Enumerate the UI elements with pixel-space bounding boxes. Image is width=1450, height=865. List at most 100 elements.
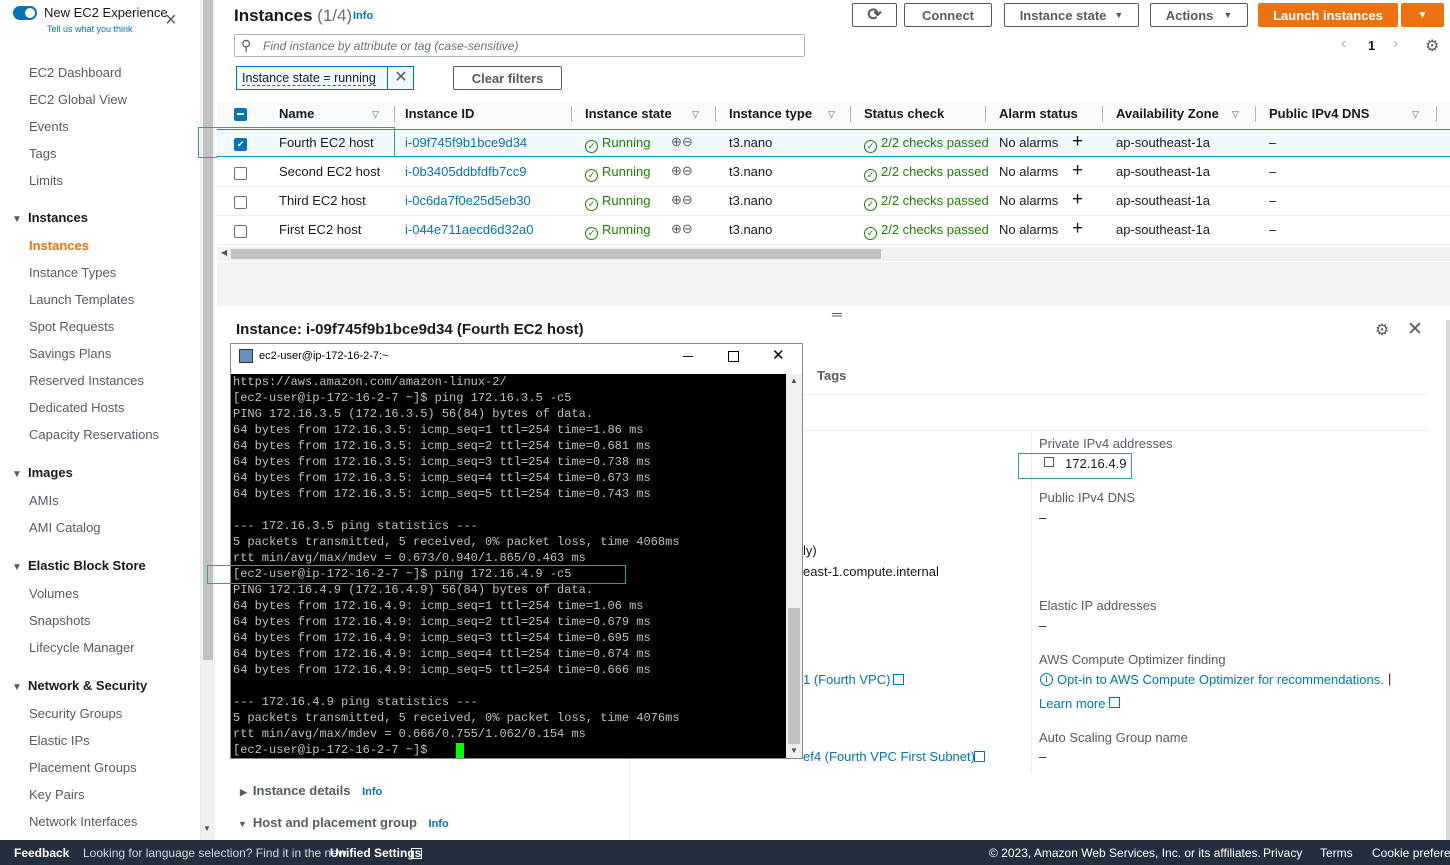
- table-scrollbar-thumb[interactable]: [231, 249, 881, 259]
- sidebar-scrollbar-thumb[interactable]: [203, 0, 213, 660]
- instance-name[interactable]: Fourth EC2 host: [279, 135, 374, 150]
- sidebar-item[interactable]: Events: [29, 119, 69, 134]
- connect-button[interactable]: Connect: [904, 3, 992, 27]
- clear-filters-button[interactable]: Clear filters: [453, 66, 562, 90]
- instance-state-button[interactable]: Instance state ▼: [1004, 3, 1139, 27]
- sidebar-item[interactable]: AMIs: [29, 493, 59, 508]
- column-header[interactable]: Status check: [864, 106, 944, 121]
- close-icon[interactable]: ×: [165, 10, 177, 30]
- actions-button[interactable]: Actions ▼: [1150, 3, 1248, 27]
- pager-next-icon[interactable]: ›: [1393, 35, 1398, 53]
- zoom-icons[interactable]: ⊕⊖: [671, 192, 693, 208]
- subnet-link[interactable]: ef4 (Fourth VPC First Subnet): [803, 749, 975, 764]
- sidebar-item[interactable]: Instances: [29, 238, 89, 253]
- host-placement-info-link[interactable]: Info: [429, 818, 449, 830]
- column-separator[interactable]: [1102, 106, 1103, 122]
- sidebar-item[interactable]: Network Interfaces: [29, 814, 137, 829]
- sidebar-item[interactable]: Security Groups: [29, 706, 122, 721]
- window-close-icon[interactable]: ✕: [772, 346, 785, 364]
- scroll-down-icon[interactable]: ▼: [790, 746, 798, 755]
- scroll-down-icon[interactable]: ▼: [203, 824, 211, 833]
- row-checkbox[interactable]: ✔: [234, 138, 247, 151]
- sidebar-item[interactable]: Savings Plans: [29, 346, 111, 361]
- scroll-up-icon[interactable]: ▲: [790, 376, 798, 385]
- pager-prev-icon[interactable]: ‹: [1341, 35, 1346, 53]
- refresh-button[interactable]: ⟳: [852, 3, 897, 27]
- footer-terms[interactable]: Terms: [1320, 846, 1353, 860]
- minimize-icon[interactable]: [683, 356, 693, 357]
- new-experience-toggle[interactable]: [13, 6, 37, 20]
- header-info-link[interactable]: Info: [353, 10, 373, 22]
- sidebar-item[interactable]: Reserved Instances: [29, 373, 144, 388]
- table-row[interactable]: [217, 216, 1450, 245]
- terminal-scrollbar[interactable]: ▲ ▼: [786, 374, 802, 758]
- sidebar-item[interactable]: Placement Groups: [29, 760, 137, 775]
- column-separator[interactable]: [985, 106, 986, 122]
- footer-cookie[interactable]: Cookie preferen: [1372, 846, 1450, 860]
- terminal-scrollbar-thumb[interactable]: [788, 608, 800, 744]
- footer-privacy[interactable]: Privacy: [1263, 846, 1302, 860]
- sidebar-item[interactable]: Snapshots: [29, 613, 90, 628]
- column-header[interactable]: Instance type: [729, 106, 812, 121]
- sidebar-section[interactable]: ▼ Instances: [12, 210, 88, 225]
- expand-instance-details[interactable]: ▶ Instance details Info: [240, 783, 382, 798]
- sort-caret-icon[interactable]: ▽: [1412, 109, 1419, 120]
- sidebar-item[interactable]: Limits: [29, 173, 63, 188]
- footer-feedback[interactable]: Feedback: [14, 846, 69, 860]
- instance-name[interactable]: Second EC2 host: [279, 164, 380, 179]
- column-separator[interactable]: [394, 106, 395, 122]
- sidebar-section[interactable]: ▼ Images: [12, 465, 73, 480]
- select-all-checkbox[interactable]: [234, 108, 247, 121]
- sort-caret-icon[interactable]: ▽: [1232, 109, 1239, 120]
- sidebar-section[interactable]: ▼ Elastic Block Store: [12, 558, 146, 573]
- zoom-icons[interactable]: ⊕⊖: [671, 221, 693, 237]
- learn-more-link[interactable]: Learn more: [1039, 696, 1105, 711]
- footer-unified-settings[interactable]: Unified Settings: [330, 846, 421, 860]
- sidebar-item[interactable]: Spot Requests: [29, 319, 114, 334]
- instance-id-link[interactable]: i-0b3405ddbfdfb7cc9: [405, 164, 526, 179]
- sidebar-item[interactable]: AMI Catalog: [29, 520, 101, 535]
- sidebar-item[interactable]: EC2 Global View: [29, 92, 127, 107]
- row-checkbox[interactable]: [234, 167, 247, 180]
- remove-filter-icon[interactable]: ✕: [387, 67, 414, 89]
- instance-id-link[interactable]: i-09f745f9b1bce9d34: [405, 135, 527, 150]
- column-separator[interactable]: [850, 106, 851, 122]
- sidebar-item[interactable]: Dedicated Hosts: [29, 400, 124, 415]
- sidebar-item[interactable]: Volumes: [29, 586, 79, 601]
- table-row[interactable]: [217, 187, 1450, 216]
- tab-tags[interactable]: Tags: [817, 368, 846, 383]
- optimizer-link[interactable]: Opt-in to AWS Compute Optimizer for reco…: [1057, 672, 1384, 687]
- column-separator[interactable]: [715, 106, 716, 122]
- instance-details-info-link[interactable]: Info: [362, 786, 382, 798]
- row-checkbox[interactable]: [234, 196, 247, 209]
- column-header[interactable]: Availability Zone: [1116, 106, 1219, 121]
- add-alarm-icon[interactable]: +: [1072, 218, 1083, 240]
- scroll-left-icon[interactable]: ◀: [221, 248, 227, 257]
- column-separator[interactable]: [571, 106, 572, 122]
- expand-host-placement[interactable]: ▼ Host and placement group Info: [238, 815, 449, 830]
- column-separator[interactable]: [1255, 106, 1256, 122]
- row-checkbox[interactable]: [234, 225, 247, 238]
- settings-gear-icon[interactable]: ⚙: [1425, 36, 1439, 56]
- sort-caret-icon[interactable]: ▽: [692, 109, 699, 120]
- detail-close-icon[interactable]: ✕: [1407, 318, 1423, 341]
- sort-caret-icon[interactable]: ▽: [828, 109, 835, 120]
- column-header[interactable]: Public IPv4 DNS: [1269, 106, 1369, 121]
- search-input[interactable]: ⚲ Find instance by attribute or tag (cas…: [234, 34, 805, 57]
- sidebar-section[interactable]: ▼ Network & Security: [12, 678, 147, 693]
- table-row[interactable]: [217, 129, 1450, 158]
- zoom-icons[interactable]: ⊕⊖: [671, 163, 693, 179]
- toggle-feedback-link[interactable]: Tell us what you think: [47, 24, 133, 34]
- instance-name[interactable]: First EC2 host: [279, 222, 361, 237]
- table-scrollbar[interactable]: ◀: [217, 247, 1450, 261]
- launch-instances-button[interactable]: Launch instances: [1258, 3, 1398, 27]
- column-header[interactable]: Alarm status: [999, 106, 1078, 121]
- launch-dropdown-button[interactable]: ▼: [1401, 3, 1444, 27]
- add-alarm-icon[interactable]: +: [1072, 131, 1083, 153]
- zoom-icons[interactable]: ⊕⊖: [671, 134, 693, 150]
- table-row[interactable]: [217, 158, 1450, 187]
- sidebar-item[interactable]: Elastic IPs: [29, 733, 90, 748]
- column-separator[interactable]: [1436, 106, 1437, 122]
- add-alarm-icon[interactable]: +: [1072, 160, 1083, 182]
- maximize-icon[interactable]: [728, 351, 739, 362]
